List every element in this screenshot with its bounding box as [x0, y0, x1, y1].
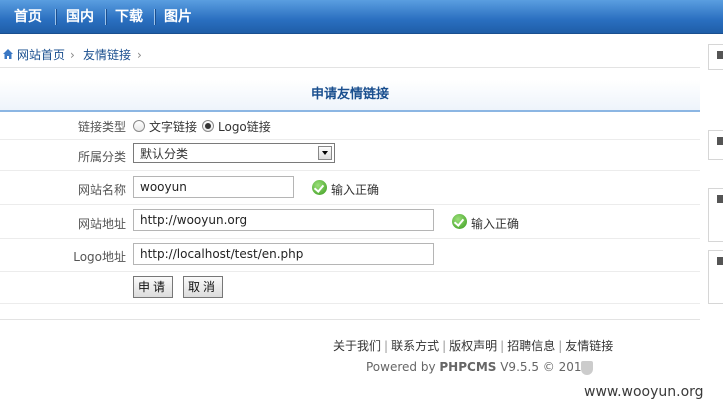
home-icon — [3, 49, 13, 59]
radio-text-link-label[interactable]: 文字链接 — [149, 118, 197, 135]
form-row-logo-url: Logo地址 http://localhost/test/en.php — [0, 239, 700, 272]
chevron-right-icon: › — [137, 48, 142, 62]
footer-link-jobs[interactable]: 招聘信息 — [507, 339, 555, 353]
nav-item-images[interactable]: 图片 — [164, 0, 192, 33]
form-row-category: 所属分类 默认分类 — [0, 140, 700, 171]
footer-links: 关于我们 | 联系方式 | 版权声明 | 招聘信息 | 友情链接 — [333, 339, 614, 353]
shield-icon — [581, 361, 593, 375]
submit-button[interactable]: 申请 — [133, 276, 173, 298]
watermark: www.wooyun.org — [584, 384, 704, 400]
logo-url-label: Logo地址 — [73, 250, 126, 264]
site-name-status: 输入正确 — [331, 183, 380, 197]
side-box-fragment — [708, 188, 723, 242]
powered-suffix: V9.5.5 © 2011 — [496, 360, 590, 374]
side-box-fragment — [708, 130, 723, 160]
nav-separator — [55, 9, 57, 25]
logo-url-input[interactable]: http://localhost/test/en.php — [133, 243, 434, 265]
powered-prefix: Powered by — [366, 360, 440, 374]
chevron-down-icon[interactable] — [318, 146, 332, 160]
category-label: 所属分类 — [77, 150, 126, 164]
nav-item-home[interactable]: 首页 — [14, 0, 42, 33]
radio-text-link[interactable] — [133, 120, 145, 132]
check-circle-icon — [312, 180, 327, 195]
footer-link-about[interactable]: 关于我们 — [333, 339, 381, 353]
side-box-fragment — [708, 44, 723, 70]
form-row-link-type: 链接类型 文字链接 Logo链接 — [0, 113, 700, 140]
form-row-site-url: 网站地址 http://wooyun.org 输入正确 — [0, 205, 700, 239]
site-name-label: 网站名称 — [77, 183, 126, 197]
link-type-label: 链接类型 — [77, 120, 126, 134]
powered-by: Powered by PHPCMS V9.5.5 © 2011 — [366, 360, 589, 374]
nav-item-domestic[interactable]: 国内 — [66, 0, 94, 33]
nav-separator — [154, 9, 156, 25]
site-url-label: 网站地址 — [77, 217, 126, 231]
chevron-right-icon: › — [70, 48, 75, 62]
form-row-site-name: 网站名称 wooyun 输入正确 — [0, 171, 700, 205]
radio-logo-link[interactable] — [202, 120, 214, 132]
top-nav: 首页 国内 下载 图片 — [0, 0, 723, 34]
category-select-value: 默认分类 — [140, 147, 189, 161]
site-url-status: 输入正确 — [471, 217, 520, 231]
page-title: 申请友情链接 — [0, 80, 700, 112]
category-select[interactable]: 默认分类 — [133, 143, 335, 163]
form-row-actions: 申请 取消 — [0, 272, 700, 304]
powered-brand[interactable]: PHPCMS — [439, 360, 496, 374]
breadcrumb-home-link[interactable]: 网站首页 — [17, 44, 65, 66]
divider — [0, 67, 700, 68]
site-name-input[interactable]: wooyun — [133, 176, 294, 198]
cancel-button[interactable]: 取消 — [183, 276, 223, 298]
divider — [0, 319, 700, 320]
check-circle-icon — [452, 214, 467, 229]
site-url-input[interactable]: http://wooyun.org — [133, 209, 434, 231]
side-box-fragment — [708, 250, 723, 304]
breadcrumb-current-link[interactable]: 友情链接 — [83, 44, 131, 66]
footer-link-friends[interactable]: 友情链接 — [565, 339, 613, 353]
nav-separator — [105, 9, 107, 25]
nav-item-download[interactable]: 下载 — [115, 0, 143, 33]
footer-link-contact[interactable]: 联系方式 — [391, 339, 439, 353]
footer-link-copyright[interactable]: 版权声明 — [449, 339, 497, 353]
radio-logo-link-label[interactable]: Logo链接 — [218, 118, 271, 135]
